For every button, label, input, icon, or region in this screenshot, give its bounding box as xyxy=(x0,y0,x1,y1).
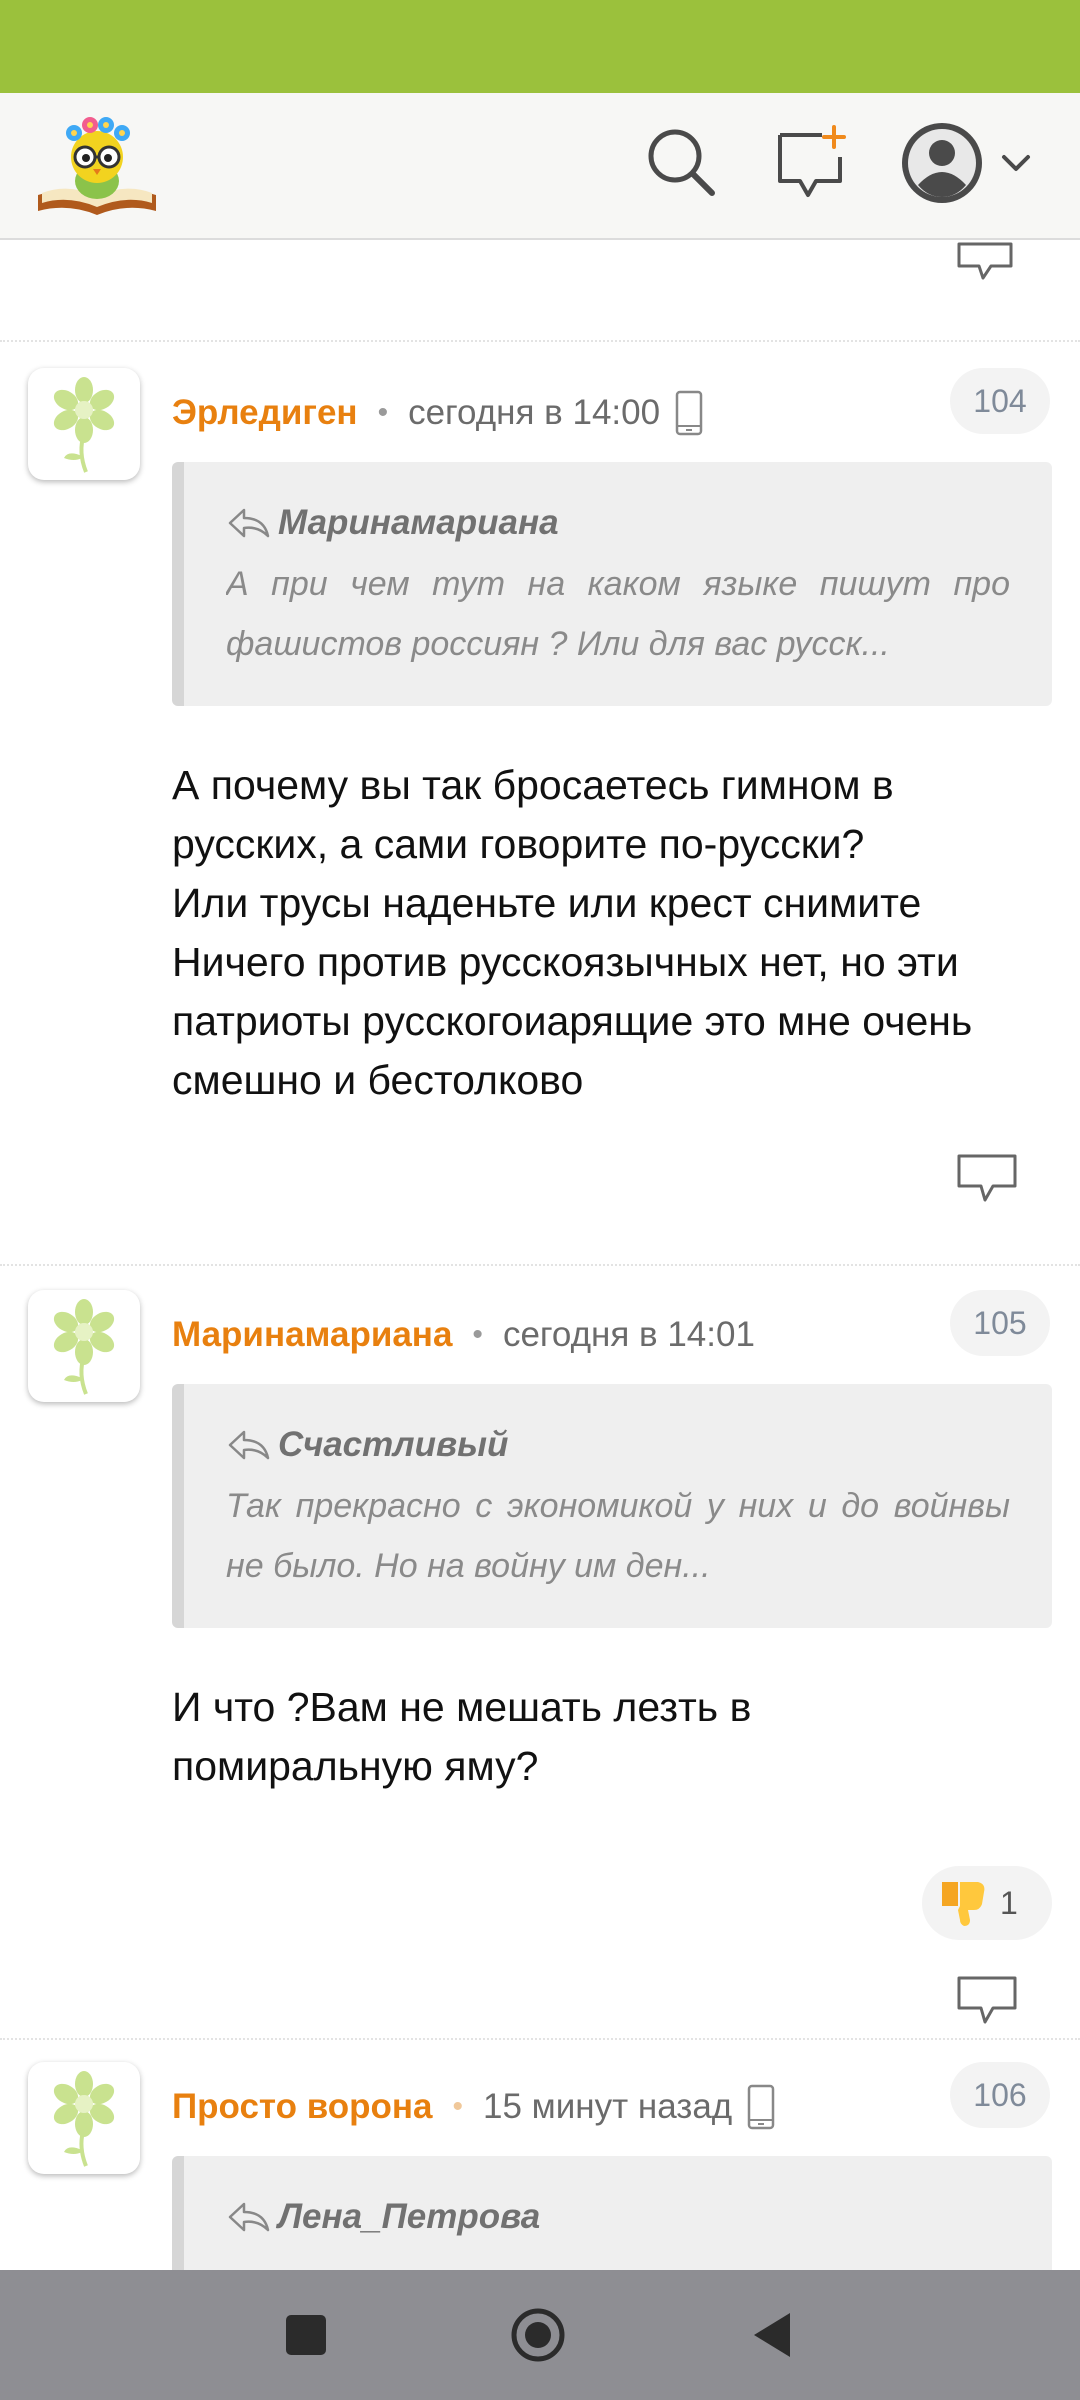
reaction-badge[interactable]: 1 xyxy=(922,1866,1052,1940)
reply-arrow-icon xyxy=(228,2202,270,2232)
separator-dot: • xyxy=(472,1318,483,1351)
reply-icon[interactable] xyxy=(955,1974,1019,2028)
comment-line: патриоты русскогоиарящие это мне очень xyxy=(172,998,973,1044)
separator-dot: • xyxy=(377,396,389,429)
comment-meta: Маринамариана • сегодня в 14:01 xyxy=(172,1310,755,1360)
quote-author: Лена_Петрова xyxy=(278,2197,541,2236)
avatar[interactable] xyxy=(28,1290,140,1402)
quoted-comment[interactable]: Счастливый Так прекрасно с экономикой у … xyxy=(172,1384,1052,1628)
author-name[interactable]: Эрледиген xyxy=(172,393,358,433)
profile-menu[interactable] xyxy=(900,119,1040,207)
divider xyxy=(0,2038,1080,2040)
search-icon[interactable] xyxy=(642,123,722,203)
comment-body: И что ?Вам не мешать лезть в помиральную… xyxy=(172,1678,1062,1796)
quoted-comment[interactable]: Лена_Петрова xyxy=(172,2156,1052,2270)
timestamp: 15 минут назад xyxy=(483,2087,733,2126)
comment-line: смешно и бестолково xyxy=(172,1057,584,1103)
back-icon[interactable] xyxy=(742,2305,802,2365)
comment-line: помиральную яму? xyxy=(172,1743,539,1789)
timestamp: сегодня в 14:00 xyxy=(408,393,661,432)
separator-dot: • xyxy=(452,2090,464,2123)
timestamp: сегодня в 14:01 xyxy=(502,1315,755,1354)
thumbs-down-icon xyxy=(942,1882,985,1926)
mobile-device-icon xyxy=(747,2084,775,2130)
quote-author: Маринамариана xyxy=(278,503,559,542)
app-header xyxy=(0,93,1080,240)
quote-text: Так прекрасно с экономикой у них и до во… xyxy=(226,1487,1010,1585)
owl-book-logo[interactable] xyxy=(34,111,160,219)
chevron-down-icon xyxy=(1002,155,1030,171)
reaction-count: 1 xyxy=(1000,1884,1018,1921)
comment-meta: Просто ворона • 15 минут назад xyxy=(172,2082,776,2132)
comments-feed: Эрледиген • сегодня в 14:00 104 Маринама… xyxy=(0,242,1080,2270)
home-icon[interactable] xyxy=(508,2305,568,2365)
reply-icon[interactable] xyxy=(955,1152,1019,1206)
comment: Эрледиген • сегодня в 14:00 104 Маринама… xyxy=(0,368,1080,1202)
divider xyxy=(0,340,1080,342)
quote-author: Счастливый xyxy=(278,1425,509,1464)
system-navigation-bar xyxy=(0,2270,1080,2400)
avatar[interactable] xyxy=(28,368,140,480)
comment-number-badge[interactable]: 106 xyxy=(950,2062,1050,2128)
comment: Просто ворона • 15 минут назад 106 Лена_… xyxy=(0,2062,1080,2270)
comment: Маринамариана • сегодня в 14:01 105 Счас… xyxy=(0,1290,1080,2050)
comment-line: И что ?Вам не мешать лезть в xyxy=(172,1684,752,1730)
quoted-comment[interactable]: Маринамариана А при чем тут на каком язы… xyxy=(172,462,1052,706)
avatar[interactable] xyxy=(28,2062,140,2174)
comment-line: русских, а сами говорите по-русски? xyxy=(172,821,865,867)
user-avatar-icon xyxy=(902,123,982,203)
comment-line: Ничего против русскоязычных нет, но эти xyxy=(172,939,959,985)
recent-apps-icon[interactable] xyxy=(276,2305,336,2365)
comment-body: А почему вы так бросаетесь гимном в русс… xyxy=(172,756,1062,1110)
reply-icon[interactable] xyxy=(955,242,1015,292)
quote-text: А при чем тут на каком языке пишут про ф… xyxy=(226,565,1010,663)
reply-arrow-icon xyxy=(228,508,270,538)
comment-meta: Эрледиген • сегодня в 14:00 xyxy=(172,388,704,438)
author-name[interactable]: Маринамариана xyxy=(172,1315,452,1355)
comment-line: А почему вы так бросаетесь гимном в xyxy=(172,762,894,808)
mobile-device-icon xyxy=(675,390,703,436)
quote-text xyxy=(226,2248,1010,2270)
comment-number-badge[interactable]: 105 xyxy=(950,1290,1050,1356)
divider xyxy=(0,1264,1080,1266)
new-message-icon[interactable] xyxy=(772,123,852,203)
author-name[interactable]: Просто ворона xyxy=(172,2087,433,2127)
status-bar xyxy=(0,0,1080,93)
comment-line: Или трусы наденьте или крест снимите xyxy=(172,880,922,926)
comment-number-badge[interactable]: 104 xyxy=(950,368,1050,434)
reply-arrow-icon xyxy=(228,1430,270,1460)
